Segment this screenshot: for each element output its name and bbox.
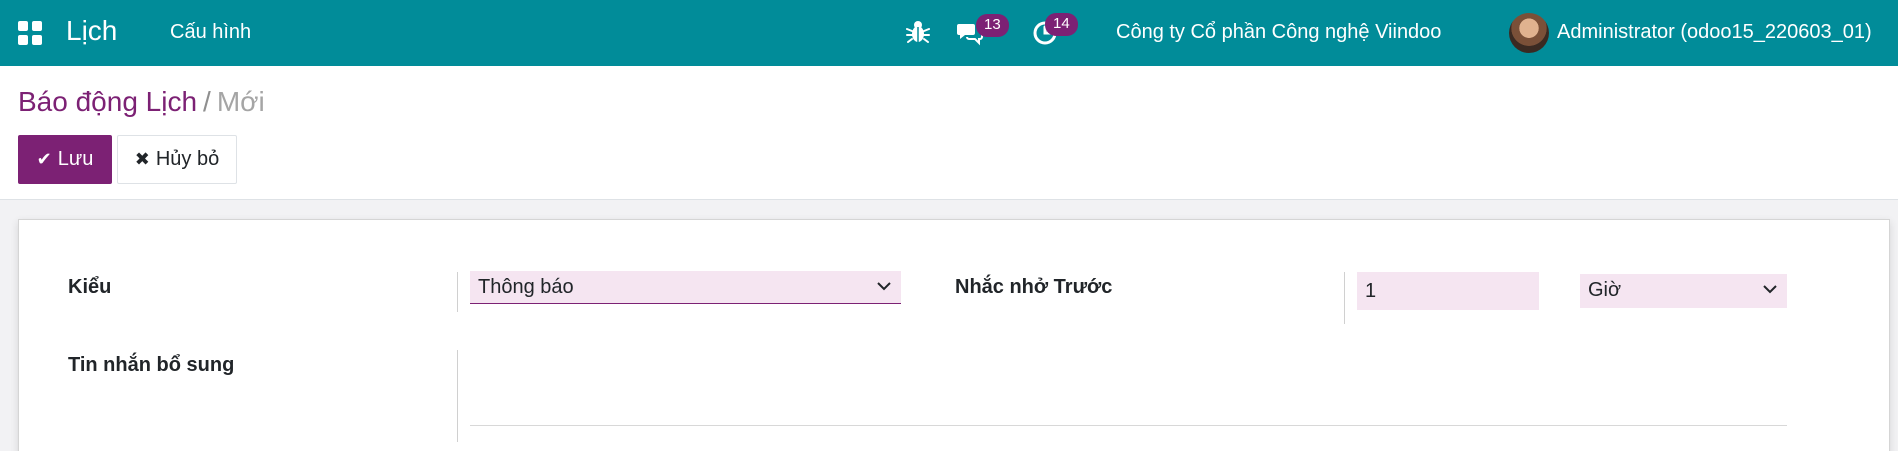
breadcrumb-parent[interactable]: Báo động Lịch	[18, 86, 197, 117]
breadcrumb: Báo động Lịch / Mới	[18, 86, 265, 118]
remind-before-label: Nhắc nhở Trước	[955, 276, 1113, 298]
remind-duration-input[interactable]: 1	[1357, 272, 1539, 310]
breadcrumb-separator: /	[203, 86, 211, 117]
save-button-label: Lưu	[57, 148, 94, 170]
remind-unit-select[interactable]: Giờ	[1580, 274, 1787, 308]
user-menu[interactable]: Administrator (odoo15_220603_01)	[1557, 21, 1872, 44]
discard-button[interactable]: ✖ Hủy bỏ	[117, 135, 237, 184]
extra-message-textarea[interactable]	[470, 350, 1787, 420]
save-button[interactable]: ✔ Lưu	[18, 135, 112, 184]
breadcrumb-current: Mới	[216, 86, 265, 117]
avatar[interactable]	[1509, 13, 1549, 53]
messages-count-badge: 13	[976, 14, 1009, 37]
company-switcher[interactable]: Công ty Cổ phần Công nghệ Viindoo	[1116, 21, 1441, 44]
field-divider	[1344, 272, 1345, 324]
bug-icon[interactable]	[906, 19, 930, 45]
app-name[interactable]: Lịch	[66, 15, 117, 47]
activities-count-badge: 14	[1045, 13, 1078, 36]
apps-grid-icon[interactable]	[18, 21, 42, 45]
form-sheet: Kiểu Thông báo Nhắc nhở Trước 1 Giờ Tin …	[18, 219, 1890, 451]
check-icon: ✔	[36, 149, 52, 169]
extra-message-label: Tin nhắn bổ sung	[68, 354, 235, 376]
type-select-value: Thông báo	[478, 276, 574, 298]
chevron-down-icon	[877, 282, 891, 291]
chevron-down-icon	[1763, 285, 1777, 294]
type-label: Kiểu	[68, 276, 112, 298]
control-panel: Báo động Lịch / Mới ✔ Lưu ✖ Hủy bỏ	[0, 66, 1898, 200]
textarea-underline	[470, 425, 1787, 426]
top-navbar: Lịch Cấu hình 13 14 Công ty Cổ phần Công…	[0, 0, 1898, 66]
remind-unit-value: Giờ	[1588, 279, 1622, 301]
type-select[interactable]: Thông báo	[470, 271, 901, 304]
discard-button-label: Hủy bỏ	[155, 148, 220, 170]
field-divider	[457, 272, 458, 312]
close-icon: ✖	[134, 149, 150, 169]
menu-item-configuration[interactable]: Cấu hình	[170, 21, 251, 44]
field-divider	[457, 350, 458, 442]
